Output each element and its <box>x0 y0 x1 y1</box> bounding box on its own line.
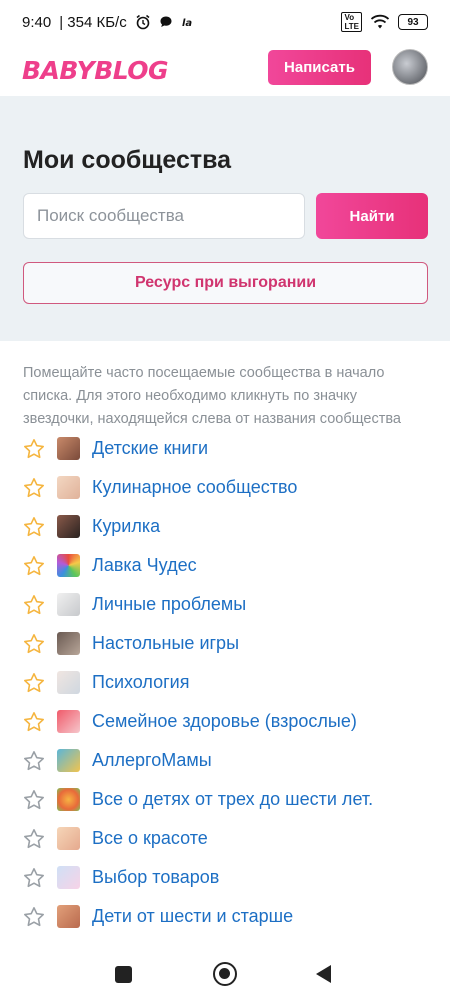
volte-icon: Vo LTE <box>341 12 362 32</box>
community-link[interactable]: Семейное здоровье (взрослые) <box>92 711 357 732</box>
star-icon[interactable] <box>23 594 45 616</box>
community-thumbnail <box>57 866 80 889</box>
battery-level: 93 <box>407 16 419 28</box>
avatar[interactable] <box>392 49 428 85</box>
babyblog-logo[interactable]: BABYBLOG <box>22 56 169 85</box>
star-icon[interactable] <box>23 438 45 460</box>
community-link[interactable]: АллергоМамы <box>92 750 212 771</box>
community-link[interactable]: Личные проблемы <box>92 594 246 615</box>
search-input[interactable] <box>23 193 305 239</box>
burnout-resource-button[interactable]: Ресурс при выгорании <box>23 262 428 304</box>
community-thumbnail <box>57 827 80 850</box>
community-item: Настольные игры <box>0 624 450 663</box>
star-icon[interactable] <box>23 711 45 733</box>
community-link[interactable]: Лавка Чудес <box>92 555 197 576</box>
write-button[interactable]: Написать <box>268 50 371 85</box>
community-link[interactable]: Кулинарное сообщество <box>92 477 297 498</box>
battery-icon: 93 <box>398 14 428 30</box>
community-item: Все о детях от трех до шести лет. <box>0 780 450 819</box>
community-link[interactable]: Психология <box>92 672 190 693</box>
community-item: Дети от шести и старше <box>0 897 450 936</box>
community-item: Все о красоте <box>0 819 450 858</box>
community-link[interactable]: Дети от шести и старше <box>92 906 293 927</box>
community-thumbnail <box>57 437 80 460</box>
community-link[interactable]: Детские книги <box>92 438 208 459</box>
community-item: Выбор товаров <box>0 858 450 897</box>
community-item: Личные проблемы <box>0 585 450 624</box>
community-item: Психология <box>0 663 450 702</box>
network-speed: | 354 КБ/с <box>59 13 127 31</box>
page-title: Мои сообщества <box>23 146 232 174</box>
community-thumbnail <box>57 515 80 538</box>
communities-header-section: Мои сообщества Найти Ресурс при выгорани… <box>0 96 450 341</box>
star-icon[interactable] <box>23 906 45 928</box>
clock: 9:40 <box>22 13 52 31</box>
star-icon[interactable] <box>23 555 45 577</box>
community-link[interactable]: Все о красоте <box>92 828 208 849</box>
star-icon[interactable] <box>23 867 45 889</box>
wifi-icon <box>370 14 390 29</box>
alarm-icon <box>136 14 150 30</box>
community-thumbnail <box>57 593 80 616</box>
system-nav-bar <box>0 950 450 1000</box>
star-icon[interactable] <box>23 750 45 772</box>
community-link[interactable]: Все о детях от трех до шести лет. <box>92 789 373 810</box>
star-icon[interactable] <box>23 477 45 499</box>
star-icon[interactable] <box>23 789 45 811</box>
community-link[interactable]: Настольные игры <box>92 633 239 654</box>
community-thumbnail <box>57 671 80 694</box>
back-icon[interactable] <box>316 965 331 983</box>
community-item: Лавка Чудес <box>0 546 450 585</box>
chat-icon <box>160 16 172 27</box>
svg-text:la: la <box>182 18 192 29</box>
community-item: Семейное здоровье (взрослые) <box>0 702 450 741</box>
community-item: Кулинарное сообщество <box>0 468 450 507</box>
community-link[interactable]: Курилка <box>92 516 160 537</box>
community-link[interactable]: Выбор товаров <box>92 867 219 888</box>
community-thumbnail <box>57 905 80 928</box>
community-item: Курилка <box>0 507 450 546</box>
community-item: Детские книги <box>0 429 450 468</box>
star-icon[interactable] <box>23 672 45 694</box>
status-bar: 9:40 | 354 КБ/с la Vo LTE 93 <box>0 0 450 44</box>
community-thumbnail <box>57 476 80 499</box>
star-icon[interactable] <box>23 633 45 655</box>
recents-icon[interactable] <box>115 966 132 983</box>
community-thumbnail <box>57 749 80 772</box>
community-thumbnail <box>57 632 80 655</box>
community-thumbnail <box>57 554 80 577</box>
community-thumbnail <box>57 710 80 733</box>
search-button[interactable]: Найти <box>316 193 428 239</box>
home-icon[interactable] <box>213 962 237 986</box>
community-item: АллергоМамы <box>0 741 450 780</box>
app-header: BABYBLOG Написать <box>0 44 450 96</box>
star-icon[interactable] <box>23 516 45 538</box>
star-icon[interactable] <box>23 828 45 850</box>
hint-text: Помещайте часто посещаемые сообщества в … <box>23 365 401 427</box>
la-icon: la <box>182 18 192 29</box>
community-thumbnail <box>57 788 80 811</box>
